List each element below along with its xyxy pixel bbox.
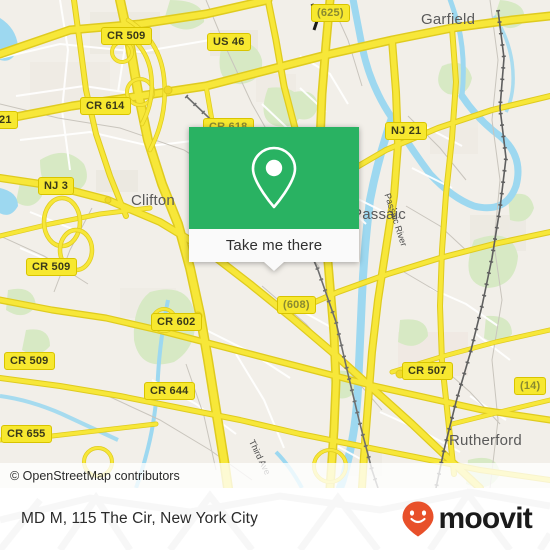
moovit-map-page: Garfield Clifton Passaic Rutherford Pass… — [0, 0, 550, 550]
road-shield-14: (14) — [514, 377, 547, 395]
map-attribution: © OpenStreetMap contributors — [0, 463, 550, 488]
road-shield-us-46: US 46 — [207, 33, 251, 51]
road-shield-cr-509-north: CR 509 — [101, 27, 152, 45]
footer-content: MD M, 115 The Cir, New York City moovit — [0, 488, 550, 550]
city-label-rutherford: Rutherford — [449, 432, 522, 449]
road-shield-cr-509-south: CR 509 — [4, 352, 55, 370]
map-pin-icon — [251, 146, 297, 209]
moovit-wordmark: moovit — [438, 502, 532, 535]
road-shield-cr-655: CR 655 — [1, 425, 52, 443]
road-shield-cr-507: CR 507 — [402, 362, 453, 380]
footer-bar: MD M, 115 The Cir, New York City moovit — [0, 488, 550, 550]
road-shield-608: (608) — [277, 296, 316, 314]
location-callout-card: Take me there — [189, 127, 359, 271]
moovit-brand[interactable]: moovit — [401, 500, 533, 538]
take-me-there-button[interactable]: Take me there — [189, 229, 359, 271]
location-title: MD M, 115 The Cir, New York City — [21, 510, 258, 527]
road-shield-cr-614: CR 614 — [80, 97, 131, 115]
city-label-garfield: Garfield — [421, 11, 476, 28]
moovit-smiling-pin-icon — [402, 501, 434, 537]
attribution-text: © OpenStreetMap contributors — [10, 468, 180, 483]
road-shield-cr-509-west: CR 509 — [26, 258, 77, 276]
road-shield-nj-3: NJ 3 — [38, 177, 75, 195]
road-shield-21-edge: 21 — [0, 111, 18, 129]
take-me-there-label: Take me there — [225, 237, 323, 254]
map-canvas[interactable]: Garfield Clifton Passaic Rutherford Pass… — [0, 0, 550, 488]
road-shield-cr-644: CR 644 — [144, 382, 195, 400]
road-shield-625: (625) — [311, 4, 350, 22]
city-label-clifton: Clifton — [131, 192, 175, 209]
callout-tail — [264, 262, 284, 271]
road-shield-nj-21: NJ 21 — [385, 122, 428, 140]
callout-icon-area — [189, 127, 359, 229]
road-shield-cr-602: CR 602 — [151, 313, 202, 331]
